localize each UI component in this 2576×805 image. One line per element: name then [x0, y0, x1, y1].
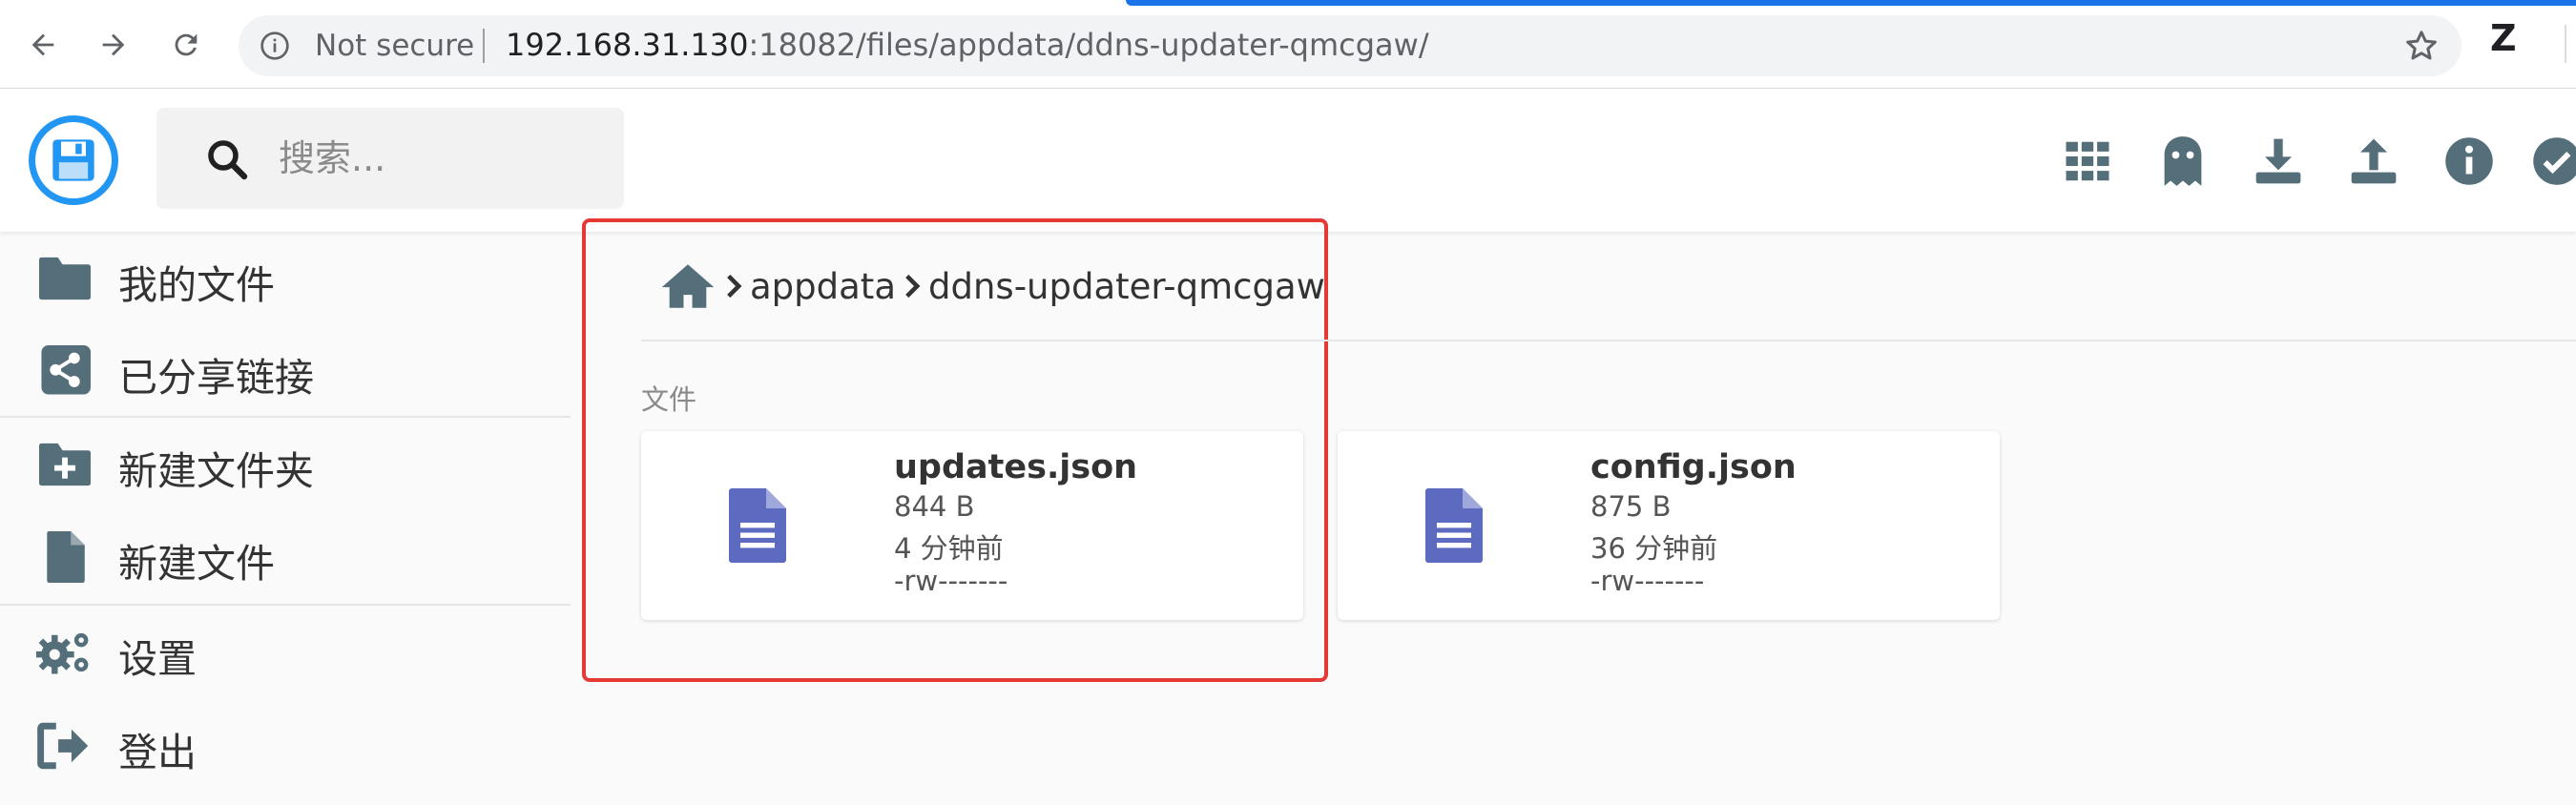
browser-toolbar: Not secure 192.168.31.130:18082/files/ap…	[0, 0, 2576, 89]
back-button[interactable]	[19, 21, 67, 69]
sidebar: 我的文件 已分享链接 新建文件夹 新建文件 设置 登出	[0, 232, 572, 805]
file-card-config-json[interactable]: config.json 875 B 36 分钟前 -rw-------	[1338, 431, 2000, 620]
sidebar-item-shares[interactable]: 已分享链接	[0, 324, 572, 416]
sidebar-item-new-file[interactable]: 新建文件	[0, 510, 572, 602]
active-tab-edge	[1126, 0, 2576, 6]
tab-strip	[0, 0, 2576, 6]
folder-icon	[39, 257, 91, 300]
sidebar-item-my-files[interactable]: 我的文件	[0, 232, 572, 323]
app-logo[interactable]	[29, 115, 118, 205]
upload-button[interactable]	[2345, 133, 2402, 190]
sidebar-item-new-folder[interactable]: 新建文件夹	[0, 418, 572, 509]
download-button[interactable]	[2250, 133, 2307, 190]
grid-icon	[2066, 141, 2109, 181]
files-section-label: 文件	[641, 383, 697, 416]
forward-arrow-icon	[102, 33, 125, 56]
file-modified: 36 分钟前	[1590, 532, 1718, 565]
info-circle-icon[interactable]	[260, 31, 290, 61]
floppy-disk-icon	[52, 139, 94, 181]
shell-button[interactable]	[2154, 133, 2212, 190]
download-icon	[2255, 138, 2301, 184]
breadcrumb-home[interactable]	[658, 261, 717, 311]
file-text-icon	[1425, 488, 1483, 563]
search-box[interactable]	[156, 108, 624, 209]
toolbar-edge-divider	[2565, 25, 2566, 63]
breadcrumb-item-appdata[interactable]: appdata	[750, 266, 896, 307]
sidebar-item-label: 我的文件	[118, 262, 275, 308]
search-icon	[208, 140, 248, 180]
file-permissions: -rw-------	[1590, 565, 1705, 597]
settings-icon	[36, 632, 89, 674]
upload-icon	[2351, 138, 2397, 184]
search-input[interactable]	[279, 133, 593, 184]
logo-inner	[35, 122, 112, 198]
reload-icon	[175, 33, 197, 56]
file-name: updates.json	[894, 448, 1138, 486]
select-multiple-button[interactable]	[2528, 133, 2576, 190]
sidebar-item-logout[interactable]: 登出	[0, 699, 572, 791]
sidebar-item-settings[interactable]: 设置	[0, 606, 572, 697]
back-arrow-icon	[31, 33, 54, 56]
reload-button[interactable]	[162, 21, 210, 69]
logout-icon	[37, 722, 89, 770]
check-circle-icon	[2533, 137, 2576, 185]
ghost-icon	[2164, 136, 2202, 186]
profile-button[interactable]: Z	[2490, 17, 2517, 59]
breadcrumb: appdata ddns-updater-qmcgaw	[658, 256, 1325, 317]
chevron-right-icon	[727, 274, 742, 299]
url-text[interactable]: 192.168.31.130:18082/files/appdata/ddns-…	[506, 27, 1429, 63]
forward-button[interactable]	[90, 21, 137, 69]
info-icon	[2445, 137, 2493, 185]
breadcrumb-item-current[interactable]: ddns-updater-qmcgaw	[928, 266, 1325, 307]
sidebar-item-label: 新建文件	[118, 541, 275, 587]
content-divider	[641, 340, 2576, 341]
file-text-icon	[729, 488, 786, 563]
url-path: :18082/files/appdata/ddns-updater-qmcgaw…	[748, 27, 1429, 63]
address-bar[interactable]: Not secure 192.168.31.130:18082/files/ap…	[239, 15, 2462, 76]
url-host: 192.168.31.130	[506, 27, 749, 63]
toggle-view-button[interactable]	[2059, 133, 2116, 190]
breadcrumb-separator	[896, 267, 928, 305]
sidebar-item-label: 设置	[118, 636, 197, 682]
info-button[interactable]	[2441, 133, 2498, 190]
breadcrumb-separator	[717, 267, 750, 305]
chevron-right-icon	[905, 274, 921, 299]
file-modified: 4 分钟前	[894, 532, 1004, 565]
new-folder-icon	[39, 443, 91, 486]
app-header	[0, 89, 2576, 232]
sidebar-item-label: 已分享链接	[118, 355, 314, 401]
file-card-updates-json[interactable]: updates.json 844 B 4 分钟前 -rw-------	[641, 431, 1303, 620]
file-name: config.json	[1590, 448, 1797, 486]
bookmark-star-icon[interactable]	[2402, 27, 2441, 65]
file-permissions: -rw-------	[894, 565, 1008, 597]
home-icon	[661, 264, 715, 308]
file-size: 875 B	[1590, 490, 1672, 523]
security-label: Not secure	[315, 29, 475, 63]
new-file-icon	[47, 531, 85, 583]
address-separator	[483, 29, 485, 63]
file-size: 844 B	[894, 490, 975, 523]
sidebar-item-label: 登出	[118, 730, 197, 775]
share-icon	[41, 345, 91, 395]
sidebar-item-label: 新建文件夹	[118, 448, 314, 494]
